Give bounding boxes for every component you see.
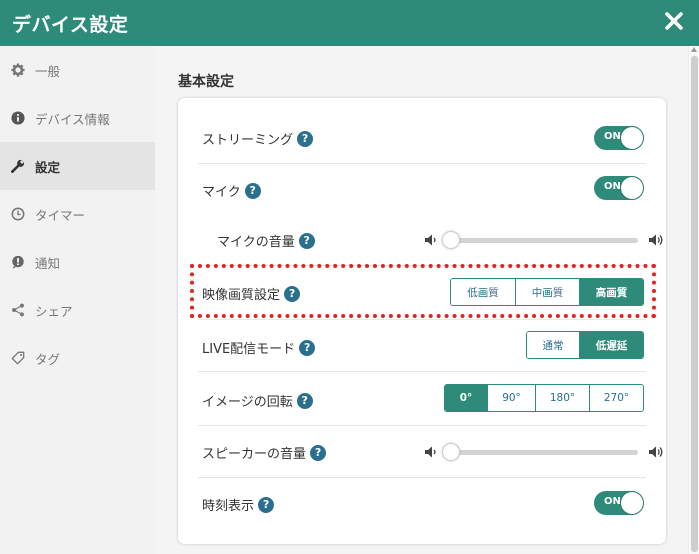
toggle-state: ON <box>604 131 621 142</box>
toggle-state: ON <box>604 496 621 507</box>
mic-volume-slider[interactable] <box>424 230 664 250</box>
volume-high-icon <box>649 446 663 458</box>
help-icon[interactable]: ? <box>244 182 261 199</box>
live-mode-label: LIVE配信モード ? <box>202 338 316 357</box>
help-icon[interactable]: ? <box>258 496 275 513</box>
setting-row-rotation: イメージの回転 ? 0° 90° 180° 270° <box>198 372 646 426</box>
help-icon[interactable]: ? <box>297 130 314 147</box>
clock-display-toggle[interactable]: ON <box>594 491 644 515</box>
setting-row-speaker-volume: スピーカーの音量 ? <box>198 426 663 478</box>
sidebar-item-notification[interactable]: 通知 <box>0 238 155 286</box>
setting-row-streaming: ストリーミング ? ON <box>198 112 646 164</box>
help-icon[interactable]: ? <box>299 339 316 356</box>
rotation-option-0[interactable]: 0° <box>445 385 487 411</box>
help-icon[interactable]: ? <box>296 392 313 409</box>
rotation-selector: 0° 90° 180° 270° <box>444 384 644 412</box>
close-icon <box>665 12 683 30</box>
clock-icon <box>10 206 26 222</box>
info-icon <box>10 110 26 126</box>
sidebar: 一般 デバイス情報 設定 タイマー 通知 シェア タグ <box>0 46 155 554</box>
sidebar-item-label: タイマー <box>35 207 86 223</box>
scroll-up-arrow[interactable] <box>691 47 697 52</box>
title-bar: デバイス設定 <box>0 0 699 46</box>
setting-row-live-mode: LIVE配信モード ? 通常 低遅延 <box>198 320 646 372</box>
streaming-toggle[interactable]: ON <box>594 126 644 150</box>
mic-label: マイク ? <box>202 181 261 200</box>
sidebar-item-timer[interactable]: タイマー <box>0 190 155 238</box>
sidebar-item-label: 通知 <box>35 255 61 271</box>
help-icon[interactable]: ? <box>298 232 315 249</box>
toggle-knob <box>621 492 643 514</box>
setting-row-mic-volume: マイクの音量 ? <box>198 214 663 266</box>
live-mode-option-low-latency[interactable]: 低遅延 <box>579 332 643 358</box>
toggle-state: ON <box>604 181 621 192</box>
slider-thumb[interactable] <box>442 443 460 461</box>
wrench-icon <box>10 158 26 174</box>
rotation-option-90[interactable]: 90° <box>487 385 535 411</box>
streaming-label: ストリーミング ? <box>202 129 314 148</box>
sidebar-item-general[interactable]: 一般 <box>0 46 155 94</box>
gear-icon <box>10 62 26 78</box>
slider-thumb[interactable] <box>442 231 460 249</box>
scrollbar-thumb[interactable] <box>691 56 698 552</box>
help-icon[interactable]: ? <box>310 444 327 461</box>
notification-icon <box>10 254 26 270</box>
sidebar-item-label: タグ <box>35 351 61 367</box>
rotation-option-180[interactable]: 180° <box>535 385 589 411</box>
sidebar-item-device-info[interactable]: デバイス情報 <box>0 94 155 142</box>
slider-track[interactable] <box>444 450 638 455</box>
sidebar-item-share[interactable]: シェア <box>0 286 155 334</box>
sidebar-item-label: デバイス情報 <box>35 111 110 127</box>
sidebar-item-settings[interactable]: 設定 <box>0 142 155 190</box>
speaker-volume-slider[interactable] <box>424 442 664 462</box>
window-title: デバイス設定 <box>12 14 129 36</box>
toggle-knob <box>621 127 643 149</box>
setting-row-clock-display: 時刻表示 ? ON <box>198 478 646 530</box>
volume-low-icon <box>425 446 436 458</box>
rotation-label: イメージの回転 ? <box>202 391 313 410</box>
volume-high-icon <box>649 234 663 246</box>
sidebar-item-label: 一般 <box>35 63 61 79</box>
clock-display-label: 時刻表示 ? <box>202 495 275 514</box>
share-icon <box>10 302 26 318</box>
scrollbar[interactable] <box>688 46 699 554</box>
speaker-volume-label: スピーカーの音量 ? <box>202 443 327 462</box>
sidebar-item-label: シェア <box>35 303 73 319</box>
sidebar-item-label: 設定 <box>35 159 61 175</box>
tag-icon <box>10 350 26 366</box>
slider-track[interactable] <box>444 238 638 243</box>
live-mode-selector: 通常 低遅延 <box>526 331 644 359</box>
toggle-knob <box>621 177 643 199</box>
mic-volume-label: マイクの音量 ? <box>217 231 315 250</box>
setting-row-mic: マイク ? ON <box>198 164 646 214</box>
rotation-option-270[interactable]: 270° <box>589 385 643 411</box>
highlight-box <box>190 264 656 318</box>
settings-card: ストリーミング ? ON マイク ? ON マイクの音量 ? 映像画質設定 ? … <box>178 98 666 544</box>
close-button[interactable] <box>661 8 687 34</box>
section-title: 基本設定 <box>178 74 234 90</box>
sidebar-item-tag[interactable]: タグ <box>0 334 155 382</box>
live-mode-option-normal[interactable]: 通常 <box>527 332 579 358</box>
volume-low-icon <box>425 234 436 246</box>
mic-toggle[interactable]: ON <box>594 176 644 200</box>
